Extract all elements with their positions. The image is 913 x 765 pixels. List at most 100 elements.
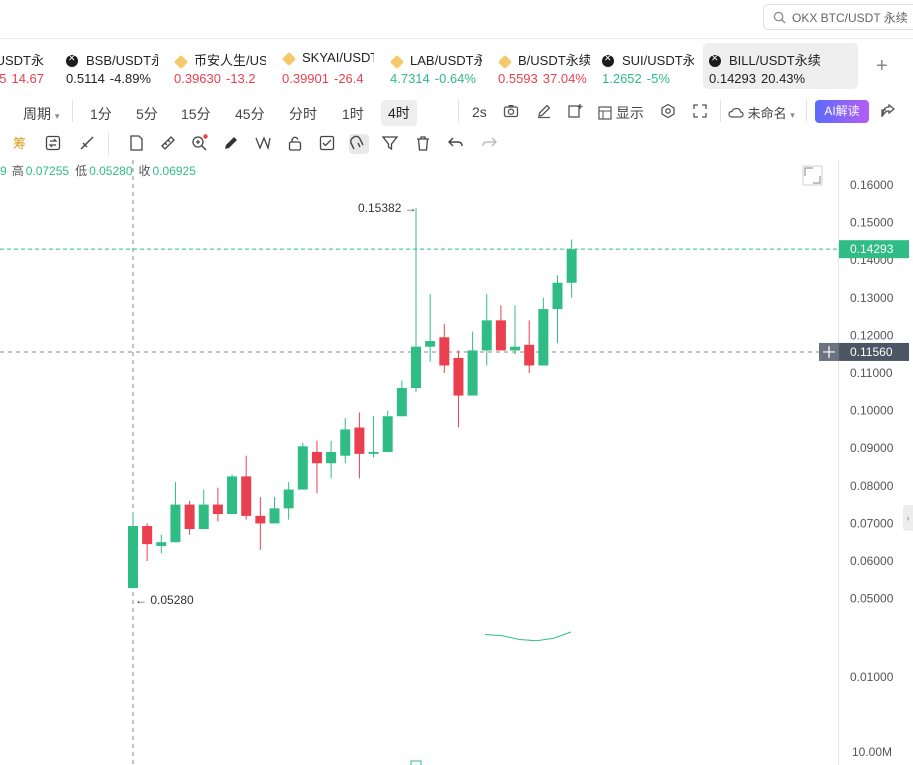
interval-4h[interactable]: 4时 [381,100,417,126]
magnet-icon[interactable] [349,134,369,154]
ticker-symbol: SKYAI/USDT [302,50,374,65]
ticker-price: 0.39901 [282,71,329,86]
ticker-change: -4.89% [109,71,151,86]
pattern-icon[interactable] [254,134,274,154]
candle-body [495,320,506,351]
refresh-speed[interactable]: 2s [472,104,487,120]
symbol-search[interactable]: OKX BTC/USDT 永续 [763,4,913,30]
search-icon [773,11,786,24]
current-price-tag-label: 0.14293 [850,242,894,256]
period-label: 周期 [23,106,51,122]
ticker-change: 14.67 [11,71,45,86]
checklist-icon[interactable] [318,134,338,154]
divider [72,100,73,122]
candle-body [425,341,436,347]
interval-timeshare[interactable]: 分时 [289,104,317,124]
ticker-tab[interactable]: BSB/USDT永 0.5114 -4.89% [66,43,158,89]
undo-icon[interactable] [447,134,467,154]
collapse-panel-handle[interactable]: › [903,505,913,531]
camera-icon[interactable] [503,103,519,122]
ticker-tab[interactable]: LAB/USDT永 4.7314 -0.64% [390,43,482,89]
fullscreen-icon[interactable] [692,103,708,122]
search-placeholder: OKX BTC/USDT 永续 [792,10,908,25]
price-axis-tick: 0.05000 [850,592,894,606]
okx-coin-icon [709,54,721,67]
divider [108,133,109,155]
ticker-tab[interactable]: SKYAI/USDT 0.39901 -26.4 [282,43,374,89]
interval-45m[interactable]: 45分 [235,104,265,124]
ticker-tab[interactable]: /USDT永 65 14.67 [0,43,48,89]
ticker-tab[interactable]: B/USDT永续 0.5593 37.04% [498,43,590,89]
share-icon[interactable] [880,103,896,122]
divider [458,100,459,122]
candle-body [241,476,252,516]
ticker-tab[interactable]: SUI/USDT永 1.2652 -5% [602,43,694,89]
ticker-values: 0.14293 20.43% [709,71,805,86]
settings-icon[interactable] [660,103,676,122]
replace-icon[interactable] [44,134,64,154]
ticker-values: 0.5593 37.04% [498,71,587,86]
candle-body [156,542,167,546]
ticker-price: 4.7314 [390,71,430,86]
ticker-change: -26.4 [334,71,364,86]
expand-chart-icon [804,167,821,184]
redo-icon[interactable] [480,134,500,154]
cloud-icon [728,107,744,118]
price-axis-tick: 0.09000 [850,441,894,455]
ticker-tab[interactable]: BILL/USDT永续 0.14293 20.43% [703,43,858,89]
candle-body [552,282,563,310]
ai-analysis-button[interactable]: AI解读 [815,100,869,123]
edit-icon[interactable] [536,103,552,122]
ticker-tab[interactable]: 币安人生/US 0.39630 -13.2 [174,43,266,89]
pen-icon[interactable] [222,134,242,154]
display-button[interactable]: 显示 [598,103,644,123]
interval-5m[interactable]: 5分 [136,104,158,124]
interval-toolbar: ‹ 周期 ▾ 1分 5分 15分 45分 分时 1时 4时 2s 显示 未命名 … [0,96,913,128]
interval-1h[interactable]: 1时 [342,104,364,124]
price-axis-tick: 0.08000 [850,479,894,493]
period-dropdown[interactable]: 周期 ▾ [23,104,59,124]
okx-coin-icon [602,54,614,67]
ticker-name: B/USDT永续 [498,50,590,70]
ticker-values: 65 14.67 [0,71,44,86]
measure-icon[interactable] [78,134,98,154]
add-indicator-icon[interactable] [567,103,583,122]
ticker-values: 0.5114 -4.89% [66,71,151,86]
layout-dropdown[interactable]: 未命名 ▾ [728,103,795,122]
candle-body [283,489,294,509]
candle-body [297,446,308,490]
candle-body [538,309,549,366]
candle-body [326,451,337,464]
ticker-symbol: SUI/USDT永 [622,53,694,68]
candle-body [354,427,365,454]
price-axis-tick: 0.13000 [850,291,894,305]
ticker-name: 币安人生/US [174,50,266,70]
ruler-icon[interactable] [159,134,179,154]
ticker-name: LAB/USDT永 [390,50,482,70]
interval-1m[interactable]: 1分 [90,104,112,124]
ticker-price: 0.5593 [498,71,538,86]
note-icon[interactable] [127,134,147,154]
zoom-plus-icon[interactable] [190,134,210,154]
candle-body [128,526,138,589]
ticker-change: -13.2 [226,71,256,86]
chip-icon[interactable]: 筹 [12,134,32,154]
trash-icon[interactable] [414,134,434,154]
candle-body [340,429,351,456]
grid-icon [598,106,612,120]
ticker-price: 0.14293 [709,71,756,86]
chevron-down-icon: ▾ [790,110,795,120]
indicator-line [484,631,572,642]
ticker-price: 1.2652 [602,71,642,86]
low-price-marker: ← 0.05280 [135,593,194,607]
interval-15m[interactable]: 15分 [181,104,211,124]
lock-icon[interactable] [286,134,306,154]
filter-icon[interactable] [381,134,401,154]
binance-coin-icon [282,51,297,67]
add-tab-button[interactable]: + [876,55,888,78]
candlestick-chart[interactable]: 0.160000.150000.140000.130000.120000.110… [0,160,913,765]
candle-body [566,249,577,283]
ticker-price: 65 [0,71,7,86]
price-axis-tick: 0.07000 [850,516,894,530]
binance-coin-icon [390,54,405,70]
